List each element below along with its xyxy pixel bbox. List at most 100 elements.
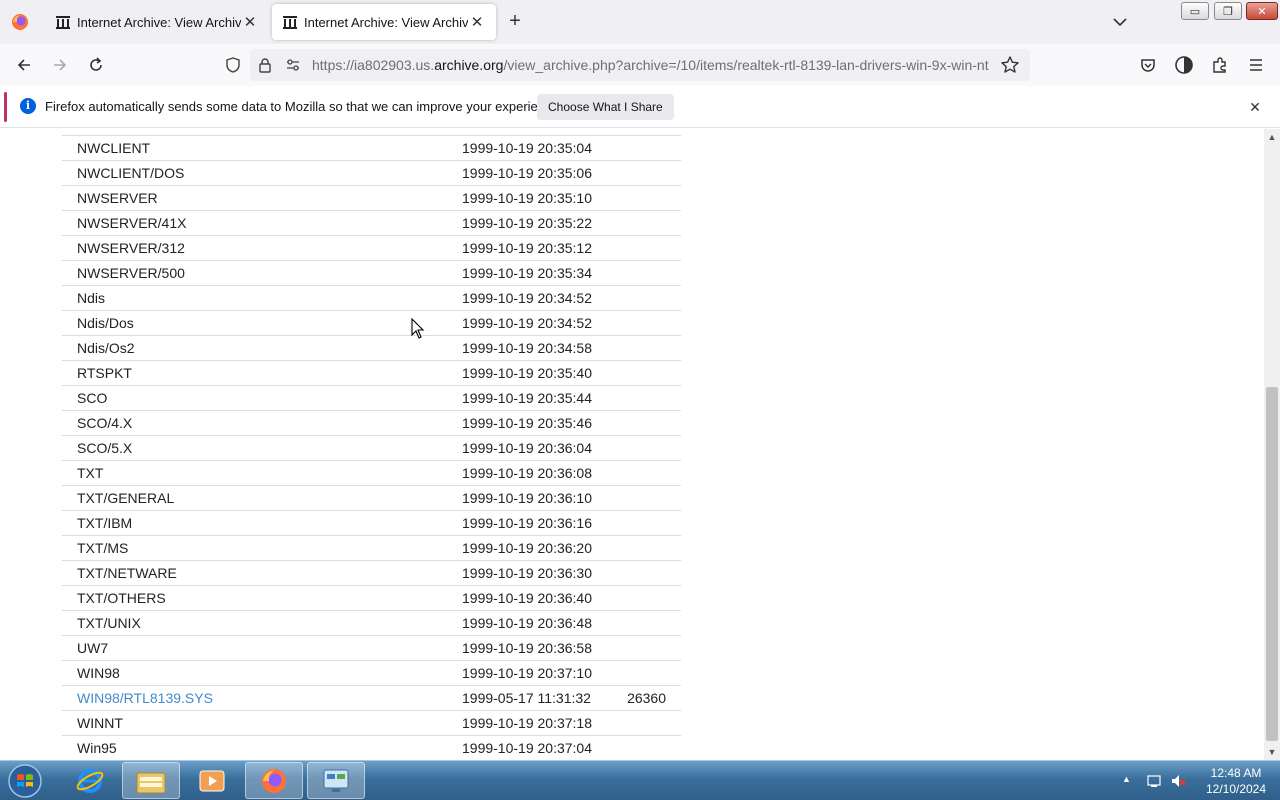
tab-close-icon[interactable]: ✕ [241,13,259,31]
choose-what-i-share-button[interactable]: Choose What I Share [537,94,674,120]
file-date-cell: 1999-10-19 20:35:10 [462,185,622,211]
scroll-down-arrow-icon[interactable]: ▼ [1264,744,1280,760]
file-row: SCO 1999-10-19 20:35:44 [62,385,681,411]
vertical-scrollbar[interactable]: ▲ ▼ [1264,129,1280,760]
url-text[interactable]: https://ia802903.us.archive.org/view_arc… [312,57,992,73]
lock-icon[interactable] [256,56,274,74]
file-size-cell [622,310,681,336]
file-date-cell: 1999-10-19 20:36:16 [462,510,622,536]
file-date-cell: 1999-10-19 20:35:12 [462,235,622,261]
reload-icon [90,57,102,71]
folder-name: SCO [77,390,108,406]
file-size-cell [622,210,681,236]
folder-name: Win95 [77,740,117,757]
notification-close-icon[interactable]: ✕ [1245,97,1265,117]
file-size-cell [622,660,681,686]
file-date-cell: 1999-10-19 20:35:46 [462,410,622,436]
file-size-cell [622,160,681,186]
file-date-cell: 1999-05-17 11:31:32 [462,685,622,711]
url-prefix: https://ia802903.us. [312,57,435,73]
volume-muted-icon[interactable] [1170,773,1186,789]
show-hidden-icons-chevron-up-icon[interactable]: ▲ [1122,774,1131,784]
file-row: TXT/OTHERS 1999-10-19 20:36:40 [62,585,681,611]
taskbar-firefox[interactable] [245,762,303,799]
tab-view-archive-1[interactable]: Internet Archive: View Archive ✕ [45,4,269,40]
new-tab-button[interactable]: + [504,10,526,32]
folder-name: TXT/OTHERS [77,590,166,606]
file-row: SCO/4.X 1999-10-19 20:35:46 [62,410,681,436]
file-name-cell: Ndis [62,285,462,311]
reload-button[interactable] [84,53,108,77]
clock-date: 12/10/2024 [1205,782,1267,796]
file-row: WIN98 1999-10-19 20:37:10 [62,660,681,686]
file-date-cell: 1999-10-19 20:37:04 [462,735,622,760]
folder-name: RTSPKT [77,365,132,381]
file-row[interactable]: WIN98/RTL8139.SYS 1999-05-17 11:31:32 2636… [62,685,681,711]
file-row: NWSERVER/312 1999-10-19 20:35:12 [62,235,681,261]
file-size-cell [622,535,681,561]
back-button[interactable] [12,53,36,77]
file-row: SCO/5.X 1999-10-19 20:36:04 [62,435,681,461]
clock-time: 12:48 AM [1210,766,1262,780]
firefox-menu-icon[interactable] [10,12,30,32]
bookmark-star-icon[interactable] [1000,55,1020,75]
file-size-cell [622,510,681,536]
file-size-cell [622,560,681,586]
account-button[interactable] [1172,53,1196,77]
file-date-cell: 1999-10-19 20:35:04 [462,135,622,161]
file-row: TXT/GENERAL 1999-10-19 20:36:10 [62,485,681,511]
page-content: NWCLIENT 1999-10-19 20:35:04 NWCLIENT/DOS 1… [0,129,1264,760]
system-clock[interactable]: 12:48 AM 12/10/2024 [1198,765,1274,797]
file-size-cell [622,235,681,261]
taskbar-file-explorer[interactable] [122,762,180,799]
file-date-cell: 1999-10-19 20:35:40 [462,360,622,386]
tab-view-archive-2[interactable]: Internet Archive: View Archive ✕ [272,4,496,40]
taskbar-media-player[interactable] [183,762,241,799]
window-restore-button[interactable]: ❐ [1214,2,1242,20]
tracking-protection-shield-icon[interactable] [224,56,242,74]
file-name-cell: WIN98 [62,660,462,686]
folder-name: TXT/GENERAL [77,490,175,506]
window-close-button[interactable]: ✕ [1246,2,1278,20]
folder-name: TXT/UNIX [77,615,141,631]
file-row: UW7 1999-10-19 20:36:58 [62,635,681,661]
file-name-cell: Ndis/Os2 [62,335,462,361]
scrollbar-thumb[interactable] [1266,387,1278,741]
folder-name: Ndis/Dos [77,315,134,331]
file-date-cell: 1999-10-19 20:36:20 [462,535,622,561]
file-date-cell: 1999-10-19 20:36:40 [462,585,622,611]
file-size-cell: 26360 [622,685,681,711]
file-row: TXT/IBM 1999-10-19 20:36:16 [62,510,681,536]
control-panel-icon [323,769,349,792]
start-button-windows-logo-icon[interactable] [4,762,46,800]
file-row: Ndis 1999-10-19 20:34:52 [62,285,681,311]
file-row: RTSPKT 1999-10-19 20:35:40 [62,360,681,386]
file-size-cell [622,635,681,661]
notice-accent-bar [4,92,7,122]
address-bar[interactable]: https://ia802903.us.archive.org/view_arc… [250,49,1030,81]
tab-close-icon[interactable]: ✕ [468,13,486,31]
file-name-cell: SCO [62,385,462,411]
page-permissions-icon[interactable] [284,56,302,74]
folder-name: NWCLIENT [77,140,151,156]
file-name-cell: Win95 [62,735,462,760]
forward-button[interactable] [48,53,72,77]
taskbar-internet-explorer[interactable] [61,762,119,799]
file-name-cell: TXT/UNIX [62,610,462,636]
list-all-tabs-chevron-down-icon[interactable] [1110,12,1130,32]
scroll-up-arrow-icon[interactable]: ▲ [1264,129,1280,145]
file-date-cell: 1999-10-19 20:36:08 [462,460,622,486]
window-minimize-button[interactable]: ▭ [1181,2,1209,20]
extensions-button[interactable] [1208,53,1232,77]
app-menu-button[interactable] [1244,53,1268,77]
file-date-cell: 1999-10-19 20:36:48 [462,610,622,636]
file-download-link[interactable]: WIN98/RTL8139.SYS [77,690,213,706]
tab-bar: Internet Archive: View Archive ✕ Interne… [0,0,1280,44]
action-center-flag-icon[interactable] [1146,773,1162,789]
file-row: Ndis/Dos 1999-10-19 20:34:52 [62,310,681,336]
file-size-cell [622,485,681,511]
folder-name: TXT/NETWARE [77,565,177,581]
pocket-button[interactable] [1136,53,1160,77]
archive-file-table: NWCLIENT 1999-10-19 20:35:04 NWCLIENT/DOS 1… [62,135,681,760]
taskbar-control-panel[interactable] [307,762,365,799]
